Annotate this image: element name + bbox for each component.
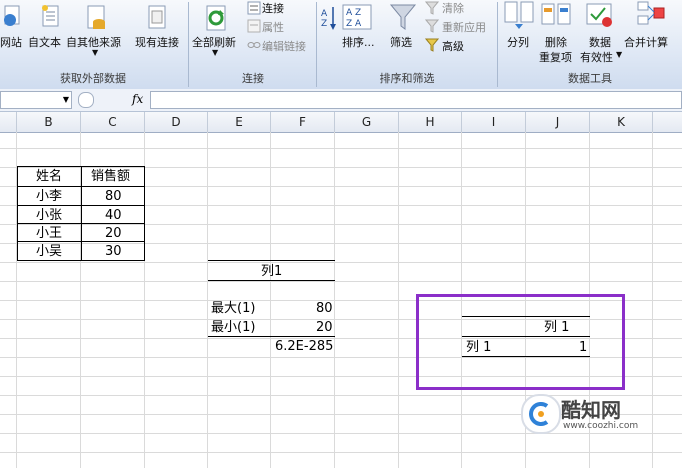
column-header-k[interactable]: K [590,112,653,132]
watermark-name: 酷知网 [561,398,621,422]
watermark: 酷知网 www.coozhi.com [505,390,655,436]
table-cell-name[interactable]: 小吴 [36,242,62,261]
group-label-external: 获取外部数据 [60,72,126,85]
highlight-box [416,294,625,390]
existing-connections-icon [146,4,168,32]
table-border [17,166,18,261]
data-validation-button-line2[interactable]: 有效性 [580,49,613,65]
ribbon: 网站 自文本 自其他来源 ▼ 现有连接 获取外部数据 全部刷新 ▼ 连接 属性 … [0,0,682,90]
existing-connections-button[interactable]: 现有连接 [135,34,179,50]
formula-bar: ▼ fx [0,89,682,112]
group-separator [188,2,189,87]
grid-row-line [0,452,682,453]
column-header-c[interactable]: C [81,112,145,132]
output-border [208,260,335,261]
sort-button[interactable]: 排序... [342,34,375,50]
fx-icon[interactable]: fx [132,92,143,106]
table-border [144,166,145,261]
column-header-h[interactable]: H [399,112,462,132]
text-to-columns-icon [503,0,535,30]
edit-links-button[interactable]: 编辑链接 [262,38,306,54]
reapply-icon [424,19,440,33]
table-cell-value[interactable]: 80 [105,187,122,206]
dropdown-arrow-icon: ▼ [92,48,99,57]
clear-button[interactable]: 清除 [442,0,464,16]
clear-filter-icon [424,1,440,15]
output-p-value[interactable]: 6.2E-285 [275,337,333,356]
svg-text:Z: Z [321,19,327,29]
refresh-icon [204,4,230,32]
output-min-label[interactable]: 最小(1) [211,318,255,337]
link-icon [247,39,261,51]
column-header-b[interactable]: B [17,112,81,132]
column-header-f[interactable]: F [271,112,335,132]
group-label-connections: 连接 [242,72,264,85]
column-header-rowstub [0,112,17,132]
column-header-g[interactable]: G [335,112,399,132]
sort-dialog-icon: A ZZ A [342,4,372,30]
from-text-button[interactable]: 自文本 [28,34,61,50]
database-icon [84,4,108,32]
properties-icon [247,19,261,33]
table-cell-name[interactable]: 小李 [36,187,62,206]
reapply-button[interactable]: 重新应用 [442,19,486,35]
output-border [208,280,335,281]
svg-text:A: A [321,9,328,19]
svg-text:Z A: Z A [346,19,362,29]
watermark-logo-icon [521,394,561,434]
remove-duplicates-icon [540,0,574,30]
properties-button[interactable]: 属性 [262,19,284,35]
group-label-data-tools: 数据工具 [568,72,612,85]
column-header-d[interactable]: D [145,112,208,132]
remove-duplicates-button-line2[interactable]: 重复项 [539,49,572,65]
table-header-cell[interactable]: 姓名 [36,167,62,186]
column-header-i[interactable]: I [462,112,526,132]
grid-row-line [0,262,682,263]
dropdown-arrow-icon: ▼ [212,48,219,57]
sort-az-icon: AZ [320,4,338,36]
table-border [81,166,82,261]
table-cell-value[interactable]: 30 [105,242,122,261]
grid-row-line [0,281,682,282]
name-box-dropdown-icon[interactable]: ▼ [63,92,69,108]
table-header-cell[interactable]: 销售额 [91,167,130,186]
grid-row-line [0,224,682,225]
consolidate-button[interactable]: 合并计算 [624,34,668,50]
formula-input[interactable] [150,91,682,109]
filter-button[interactable]: 筛选 [390,34,412,50]
watermark-url: www.coozhi.com [563,421,639,431]
data-validation-icon [585,0,615,30]
connections-icon [247,1,261,15]
advanced-filter-icon [424,38,440,52]
output-column-header[interactable]: 列1 [261,262,282,281]
from-web-button[interactable]: 网站 [0,34,22,50]
data-validation-button-line1[interactable]: 数据 [589,34,611,50]
text-file-icon [40,4,62,30]
formula-divider-icon [78,92,94,108]
group-label-sort-filter: 排序和筛选 [379,72,435,85]
text-to-columns-button[interactable]: 分列 [507,34,529,50]
name-box[interactable]: ▼ [0,91,72,109]
group-separator [316,2,317,87]
dropdown-arrow-icon: ▼ [616,50,623,59]
web-icon [2,4,22,28]
consolidate-icon [636,0,666,30]
grid-row-line [0,148,682,149]
grid-row-line [0,243,682,244]
column-header-j[interactable]: J [526,112,590,132]
column-header-e[interactable]: E [208,112,271,132]
advanced-button[interactable]: 高级 [442,38,464,54]
svg-text:A Z: A Z [346,8,361,18]
filter-icon [389,3,417,31]
output-max-value[interactable]: 80 [316,299,333,318]
output-min-value[interactable]: 20 [316,318,333,337]
connections-button[interactable]: 连接 [262,0,284,16]
remove-duplicates-button-line1[interactable]: 删除 [545,34,567,50]
column-header-bar: B C D E F G H I J K [0,112,682,133]
output-max-label[interactable]: 最大(1) [211,299,255,318]
